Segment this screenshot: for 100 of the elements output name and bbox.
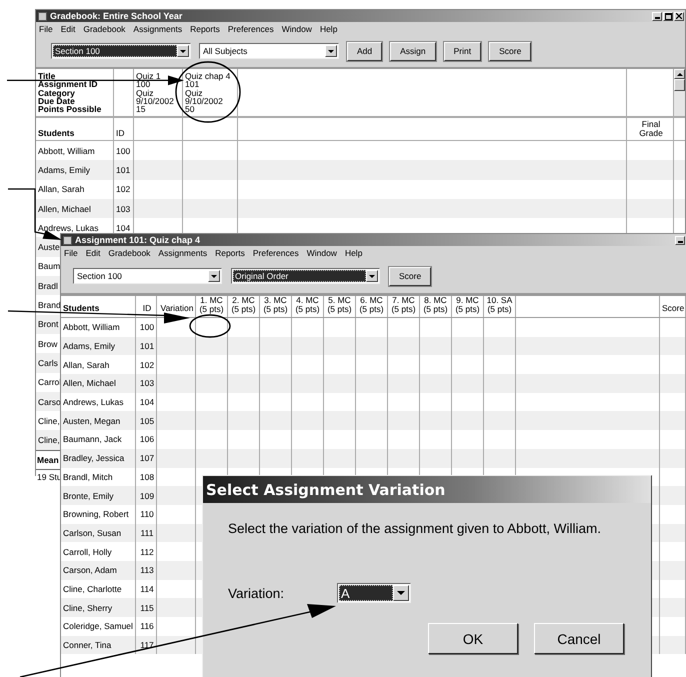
student-id: 104 <box>140 397 154 408</box>
student-name: Abbott, William <box>63 322 120 332</box>
toolbar-button[interactable]: Assign <box>390 42 436 60</box>
minimize-button[interactable] <box>675 236 685 244</box>
student-name: Allen, Michael <box>38 204 91 214</box>
column-header: Score <box>662 303 684 313</box>
column-header: 6. MC <box>360 296 383 304</box>
dialog-button[interactable]: Cancel <box>534 623 624 654</box>
variation-dropdown[interactable]: A <box>337 583 411 603</box>
toolbar-button[interactable]: Score <box>389 266 432 286</box>
menu-item[interactable]: Assignments <box>158 248 208 258</box>
caret-icon <box>177 45 189 57</box>
menu-item[interactable]: File <box>64 248 78 258</box>
student-name: Auste <box>38 242 60 252</box>
student-id: 115 <box>140 602 154 613</box>
column-header: 7. MC <box>392 296 415 304</box>
student-name: Coleridge, Samuel <box>63 621 133 632</box>
toolbar-button[interactable]: Add <box>347 42 382 60</box>
menu-item[interactable]: Help <box>344 248 362 258</box>
column-header: 10. SA <box>486 296 512 304</box>
assignment-field: 9/10/2002 <box>185 96 223 106</box>
assignment-field: 101 <box>185 80 200 89</box>
column-subheader: (5 pts) <box>327 304 352 313</box>
toolbar-button[interactable]: Print <box>444 42 482 60</box>
student-id: 111 <box>140 528 154 538</box>
student-name: Abbott, William <box>38 146 95 156</box>
table-row[interactable]: Austen, Megan 105 <box>61 411 686 430</box>
student-name: Baumann, Jack <box>63 434 122 444</box>
dropdown[interactable]: Section 100 <box>73 268 222 284</box>
student-name: Carso <box>38 396 61 406</box>
column-header: ID <box>142 303 152 313</box>
student-name: Allen, Michael <box>63 378 116 388</box>
student-id: 107 <box>140 453 154 464</box>
student-id: 112 <box>140 546 154 557</box>
table-row[interactable]: Adams, Emily 101 <box>61 336 686 356</box>
menu-item[interactable]: Gradebook <box>108 248 150 258</box>
table-row[interactable]: Abbott, William 100 <box>61 318 686 337</box>
menu-item[interactable]: Gradebook <box>83 24 126 34</box>
menu-item[interactable]: Reports <box>215 248 245 258</box>
field-label: Due Date <box>38 96 75 106</box>
column-header: 5. MC <box>328 296 351 304</box>
toolbar-button[interactable]: Score <box>489 42 532 60</box>
field-label: Points Possible <box>38 105 102 114</box>
dropdown[interactable]: Original Order <box>231 268 380 284</box>
menu-item[interactable]: Window <box>282 24 312 34</box>
dialog-button[interactable]: OK <box>428 623 518 654</box>
student-name: Bronte, Emily <box>63 490 114 501</box>
student-name: Carroll, Holly <box>63 546 112 557</box>
minimize-button[interactable] <box>652 12 662 20</box>
student-name: Andrews, Lukas <box>63 397 124 408</box>
student-id: 102 <box>140 360 154 370</box>
student-id: 101 <box>116 164 130 175</box>
table-row[interactable]: Allan, Sarah 102 <box>61 355 686 374</box>
scroll-thumb[interactable] <box>674 79 685 91</box>
student-name: Andrews, Lukas <box>38 222 98 233</box>
student-name: Brand <box>38 300 61 310</box>
student-name: Adams, Emily <box>38 164 90 175</box>
maximize-button[interactable] <box>663 12 673 20</box>
dropdown[interactable]: Section 100 <box>51 43 191 59</box>
student-id: 116 <box>140 621 154 632</box>
annotation-circle <box>189 314 231 338</box>
menu-item[interactable]: Preferences <box>252 248 299 258</box>
table-row[interactable]: Baumann, Jack 106 <box>61 430 686 449</box>
student-name: Carls <box>38 358 58 368</box>
table-row[interactable]: Allen, Michael 103 <box>61 374 686 393</box>
menu-item[interactable]: Assignments <box>133 24 182 34</box>
caret-icon <box>208 270 220 282</box>
column-subheader: (5 pts) <box>295 304 320 313</box>
table-row[interactable]: Bradley, Jessica 107 <box>61 448 686 468</box>
student-name: Allan, Sarah <box>63 360 110 370</box>
menu-item[interactable]: Window <box>306 248 337 258</box>
menu-item[interactable]: Edit <box>60 24 76 34</box>
scrollbar[interactable] <box>674 69 685 116</box>
dropdown[interactable]: All Subjects <box>199 43 339 59</box>
summary-label: Mean <box>37 454 59 465</box>
student-id: 103 <box>116 204 130 214</box>
menu-item[interactable]: Edit <box>86 248 100 258</box>
window-title: Assignment 101: Quiz chap 4 <box>75 235 200 245</box>
dialog-title: Select Assignment Variation <box>203 476 651 503</box>
student-name: Cline, <box>38 435 60 446</box>
assignment-field: 15 <box>136 105 146 114</box>
column-header: Final Grade <box>638 120 664 138</box>
assignment-field: 100 <box>136 80 150 89</box>
student-id: 101 <box>140 341 154 352</box>
column-header: Variation <box>160 303 194 313</box>
column-header: 3. MC <box>264 296 287 304</box>
menu-item[interactable]: Reports <box>190 24 220 34</box>
assignment-field: Quiz 1 <box>136 72 161 80</box>
table-row[interactable]: Andrews, Lukas 104 <box>61 392 686 412</box>
column-header: 2. MC <box>232 296 255 304</box>
student-id: 100 <box>116 146 130 156</box>
close-button[interactable] <box>674 12 684 20</box>
column-header: 8. MC <box>424 296 447 304</box>
column-header: 1. MC <box>200 296 223 304</box>
menu-item[interactable]: File <box>39 24 53 34</box>
menu-item[interactable]: Help <box>320 24 338 34</box>
assignment-field: Quiz <box>185 88 202 97</box>
menu-item[interactable]: Preferences <box>228 24 274 34</box>
column-header: ID <box>116 128 124 138</box>
student-name: Bradl <box>38 280 58 291</box>
